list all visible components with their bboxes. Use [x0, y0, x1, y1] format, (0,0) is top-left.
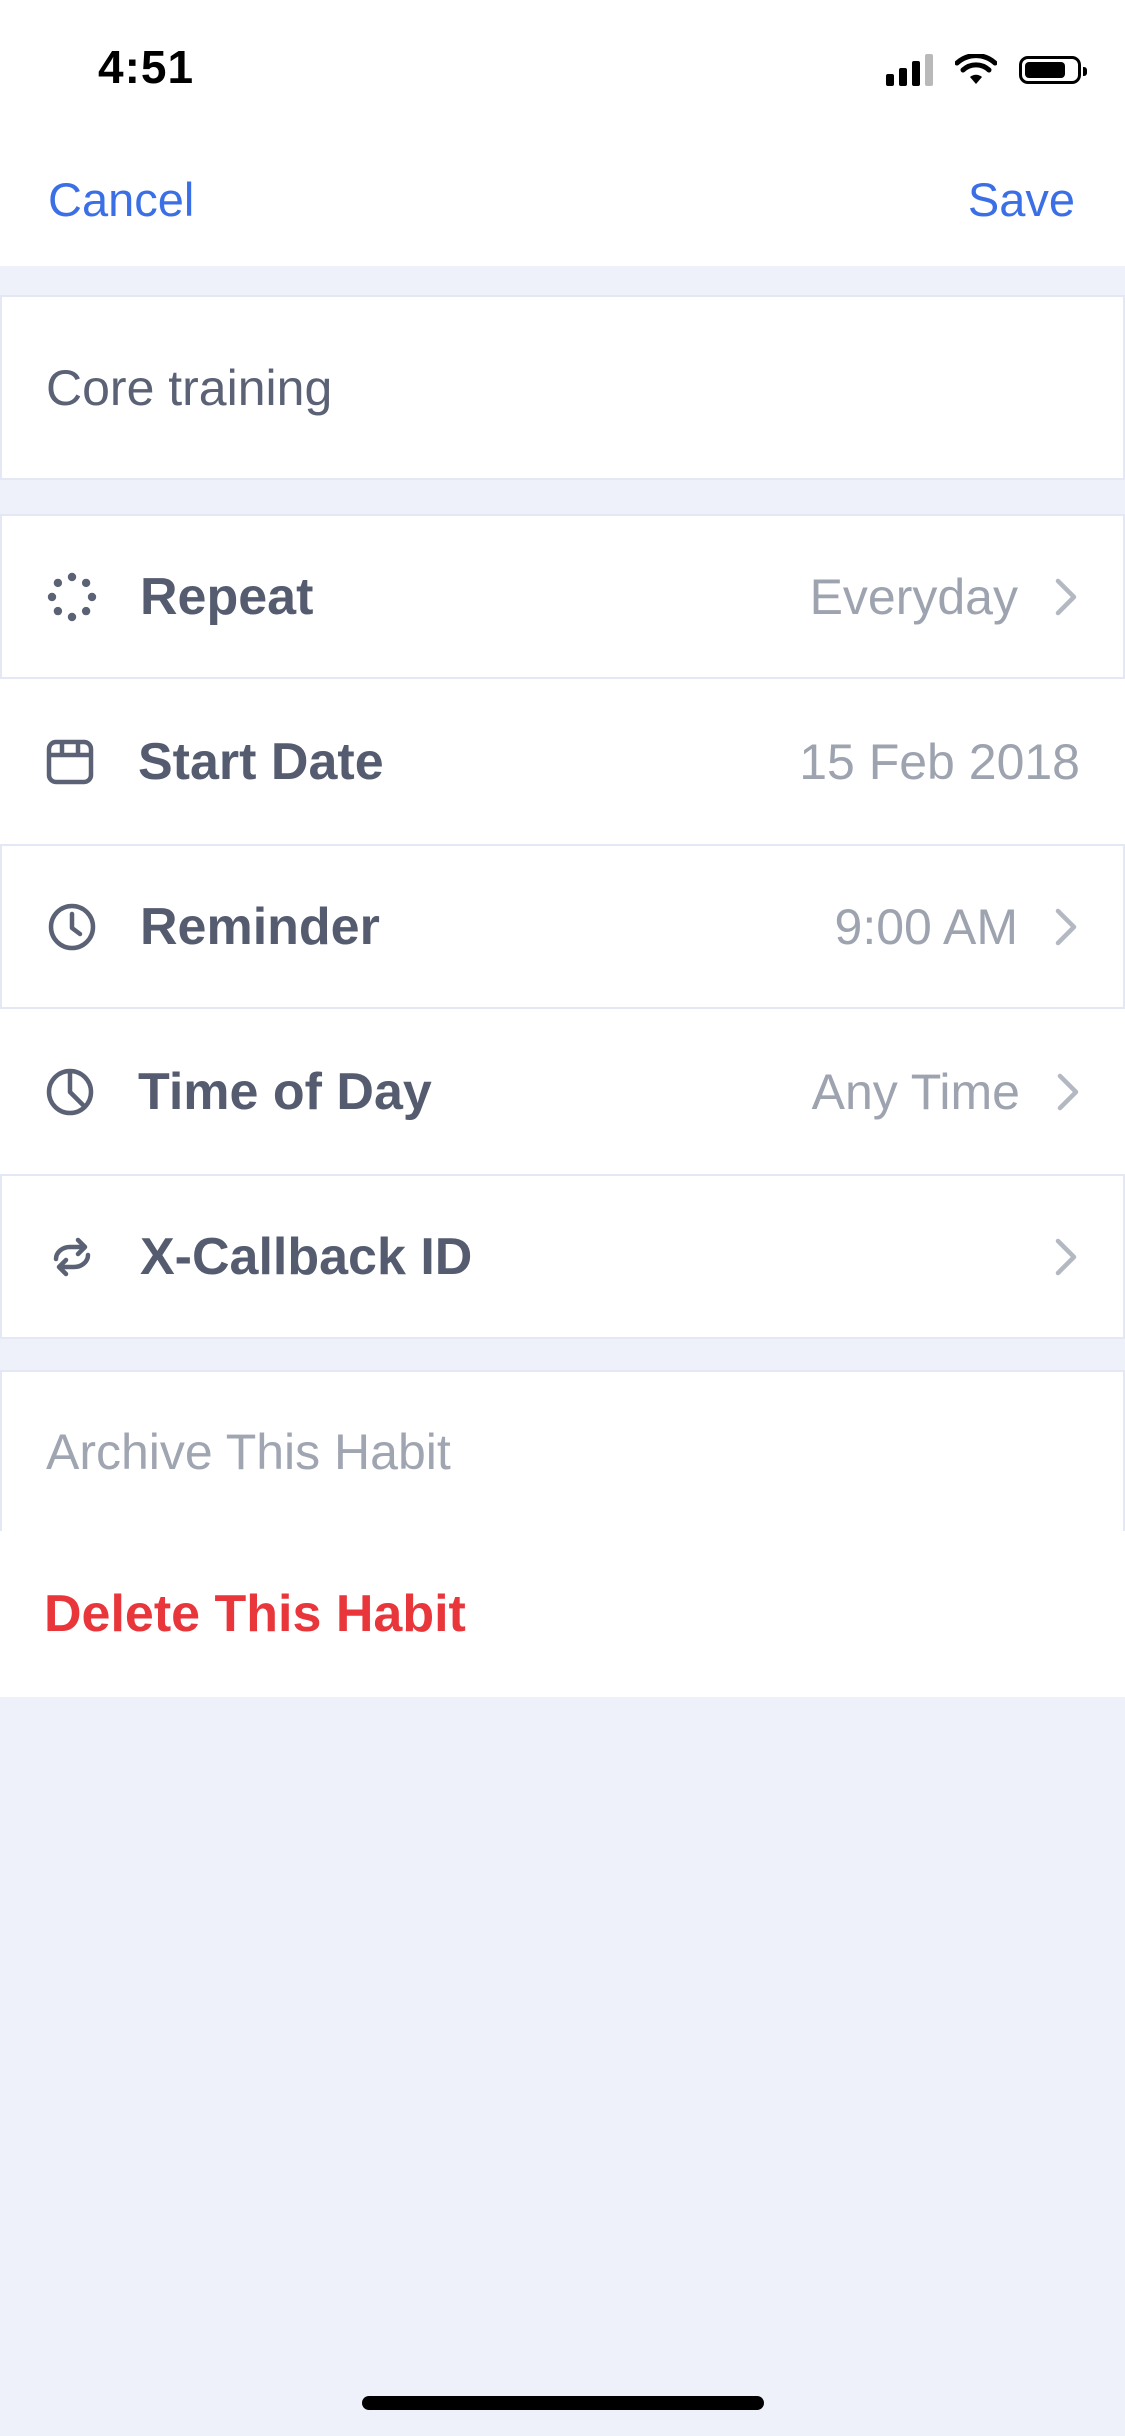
status-time: 4:51	[98, 41, 195, 93]
sync-arrows-icon	[46, 1231, 98, 1283]
start-date-row[interactable]: Start Date 15 Feb 2018	[0, 679, 1125, 844]
repeat-label: Repeat	[140, 567, 314, 626]
save-button[interactable]: Save	[968, 172, 1075, 227]
settings-list: Repeat Everyday Start Date 15 Feb 2018 R…	[0, 514, 1125, 1339]
battery-icon	[1019, 56, 1087, 84]
clock-icon	[46, 901, 98, 953]
home-indicator[interactable]	[362, 2396, 764, 2410]
start-date-value: 15 Feb 2018	[799, 733, 1080, 790]
reminder-row[interactable]: Reminder 9:00 AM	[0, 844, 1125, 1009]
header: 4:51 Cancel Save	[0, 0, 1125, 266]
x-callback-id-label: X-Callback ID	[140, 1227, 473, 1286]
archive-habit-label: Archive This Habit	[46, 1423, 451, 1480]
cellular-signal-icon	[886, 54, 933, 86]
pie-clock-icon	[44, 1066, 96, 1118]
time-of-day-label: Time of Day	[138, 1062, 432, 1121]
time-of-day-row[interactable]: Time of Day Any Time	[0, 1009, 1125, 1174]
habit-name-field[interactable]: Core training	[0, 295, 1125, 480]
repeat-dashed-circle-icon	[46, 571, 98, 623]
x-callback-id-row[interactable]: X-Callback ID	[0, 1174, 1125, 1339]
archive-habit-button[interactable]: Archive This Habit	[0, 1370, 1125, 1533]
repeat-row[interactable]: Repeat Everyday	[0, 514, 1125, 679]
reminder-label: Reminder	[140, 897, 380, 956]
chevron-right-icon	[1051, 1070, 1085, 1114]
delete-habit-button[interactable]: Delete This Habit	[0, 1531, 1125, 1697]
reminder-value: 9:00 AM	[834, 898, 1018, 955]
status-icons	[886, 50, 1087, 90]
chevron-right-icon	[1049, 905, 1083, 949]
delete-habit-label: Delete This Habit	[44, 1585, 466, 1643]
time-of-day-value: Any Time	[811, 1063, 1020, 1120]
wifi-icon	[955, 54, 997, 84]
chevron-right-icon	[1049, 1235, 1083, 1279]
repeat-value: Everyday	[809, 568, 1018, 625]
battery-level	[1025, 62, 1065, 78]
calendar-icon	[44, 736, 96, 788]
start-date-label: Start Date	[138, 732, 384, 791]
habit-name-value: Core training	[46, 360, 333, 416]
cancel-button[interactable]: Cancel	[48, 172, 194, 227]
chevron-right-icon	[1049, 575, 1083, 619]
